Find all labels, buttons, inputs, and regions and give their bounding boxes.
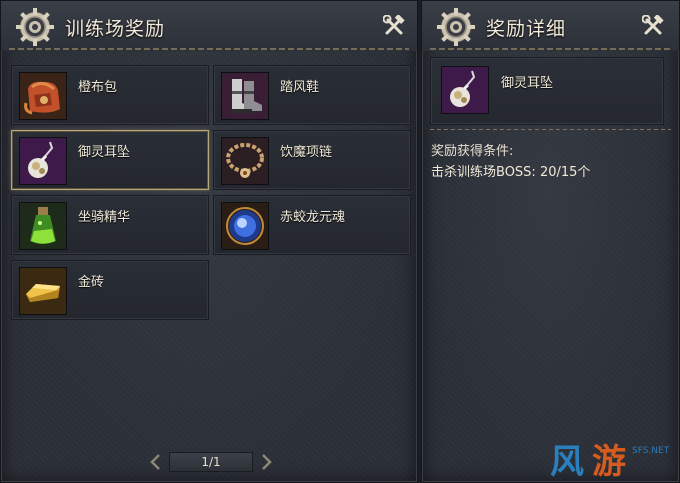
item-icon-frame [19,267,67,315]
item-name: 橙布包 [78,80,118,95]
demon-necklace-icon [222,138,268,184]
svg-text:风: 风 [550,442,584,481]
item-name: 御灵耳坠 [78,145,131,160]
rewards-panel-header: 训练场奖励 [1,1,417,51]
detail-divider [430,129,671,130]
reward-slot-spirit-earring[interactable]: 御灵耳坠 [11,130,209,190]
mount-essence-potion-icon [20,203,66,249]
item-name: 坐骑精华 [78,210,131,225]
condition-text: 击杀训练场BOSS: 20/15个 [431,165,591,180]
spirit-earring-icon [442,67,488,113]
reward-slot-mount-essence[interactable]: 坐骑精华 [11,195,209,255]
item-icon-frame [19,137,67,185]
panel-title: 奖励详细 [486,18,567,40]
dragon-soul-orb-icon [222,203,268,249]
detail-panel-header: 奖励详细 [422,1,679,51]
crossed-hammer-wrench-icon[interactable] [383,15,405,37]
page-indicator: 1/1 [169,452,253,472]
panel-title: 训练场奖励 [65,18,166,40]
gear-icon [437,8,475,46]
reward-slot-dragon-soul[interactable]: 赤蛟龙元魂 [213,195,411,255]
gear-icon [16,8,54,46]
item-icon-frame [441,66,489,114]
item-icon-frame [19,72,67,120]
item-icon-frame [221,137,269,185]
orange-cloth-bag-icon [20,73,66,119]
site-watermark-logo: 风 游 SFS.NET [550,442,670,481]
item-name: 赤蛟龙元魂 [280,210,346,225]
header-divider [430,48,671,50]
selected-item-display: 御灵耳坠 [430,57,664,125]
item-name: 踏风鞋 [280,80,320,95]
item-icon-frame [221,202,269,250]
chevron-right-icon[interactable] [259,453,273,471]
item-name: 饮魔项链 [280,145,333,160]
reward-slot-demon-necklace[interactable]: 饮魔项链 [213,130,411,190]
wind-boots-icon [222,73,268,119]
svg-text:游: 游 [592,442,626,481]
crossed-hammer-wrench-icon[interactable] [642,15,664,37]
reward-slot-gold-brick[interactable]: 金砖 [11,260,209,320]
header-divider [9,48,409,50]
reward-slot-wind-boots[interactable]: 踏风鞋 [213,65,411,125]
item-name: 金砖 [78,275,105,290]
item-icon-frame [221,72,269,120]
selected-item-name: 御灵耳坠 [501,76,554,91]
item-icon-frame [19,202,67,250]
reward-detail-panel: 奖励详细 御灵耳坠 奖励获得条件: 击杀训练场BOSS: 20/15个 [421,0,680,483]
condition-label: 奖励获得条件: [431,144,514,159]
rewards-panel: 训练场奖励 橙布包 踏风鞋 御灵耳坠 饮魔项链 坐骑精华 赤蛟龙元魂 金砖 1/… [0,0,418,483]
spirit-earring-icon [20,138,66,184]
svg-text:SFS.NET: SFS.NET [632,446,670,456]
gold-brick-icon [20,268,66,314]
pagination: 1/1 [149,452,273,472]
chevron-left-icon[interactable] [149,453,163,471]
reward-slot-orange-cloth-bag[interactable]: 橙布包 [11,65,209,125]
